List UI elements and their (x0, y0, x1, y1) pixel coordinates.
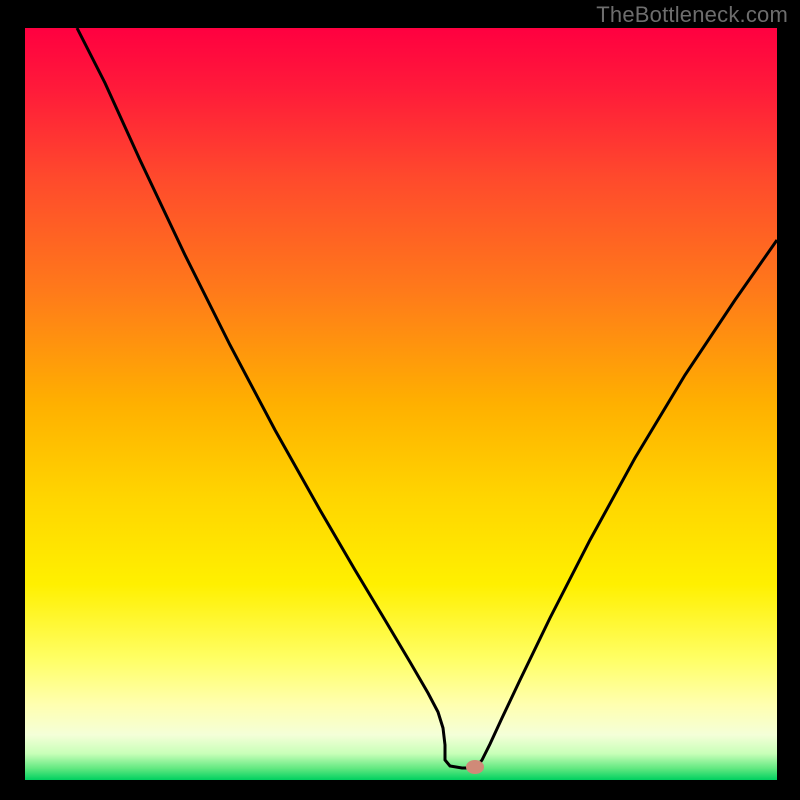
watermark-text: TheBottleneck.com (596, 2, 788, 28)
bottleneck-chart (0, 0, 800, 800)
plot-background (25, 28, 777, 780)
chart-frame: TheBottleneck.com (0, 0, 800, 800)
optimum-marker (466, 760, 484, 774)
